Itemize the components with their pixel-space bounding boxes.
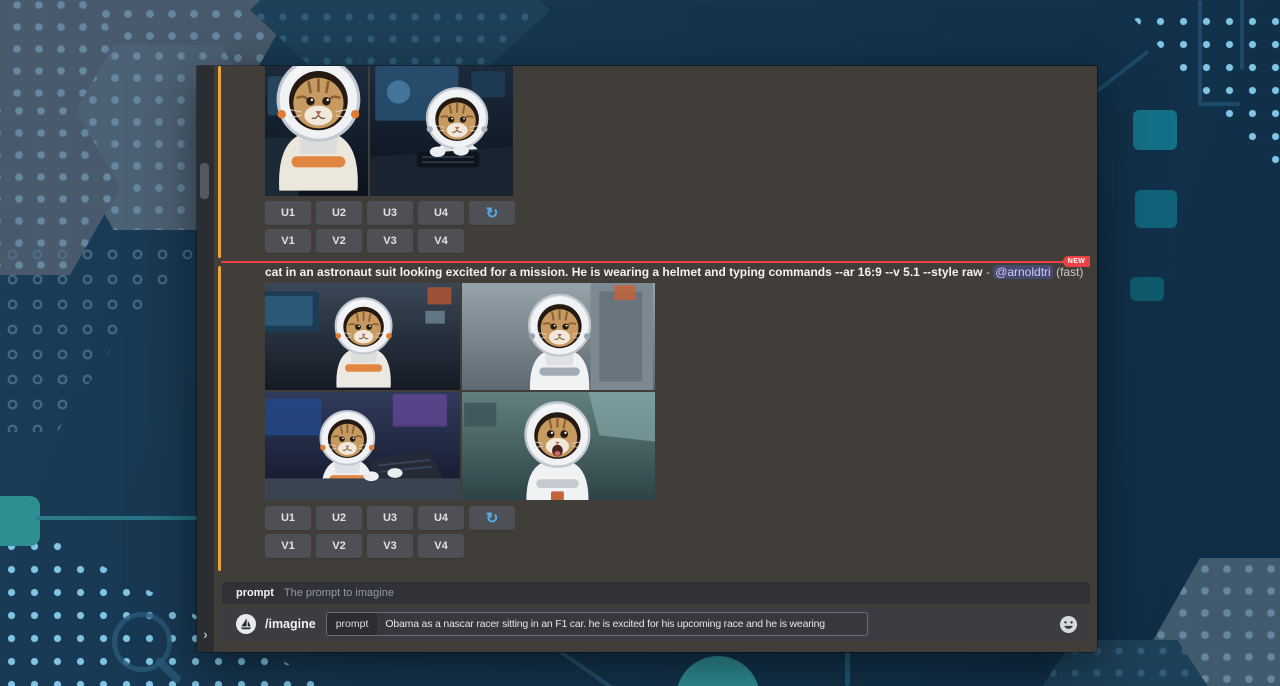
circuit-line bbox=[1240, 0, 1244, 70]
generated-image-3[interactable] bbox=[265, 392, 460, 500]
collapsed-sidebar-rail: › bbox=[197, 66, 214, 652]
prompt-param-label: prompt bbox=[327, 613, 378, 635]
reroll-icon: ↻ bbox=[486, 206, 499, 221]
generated-image-1[interactable] bbox=[265, 283, 460, 390]
v2-button[interactable]: V2 bbox=[316, 229, 362, 253]
message2-image-grid bbox=[265, 283, 655, 500]
u2-button[interactable]: U2 bbox=[316, 201, 362, 225]
u4-button[interactable]: U4 bbox=[418, 201, 464, 225]
generated-image-4[interactable] bbox=[462, 392, 655, 500]
u4-button[interactable]: U4 bbox=[418, 506, 464, 530]
chevron-right-icon[interactable]: › bbox=[197, 626, 214, 642]
v1-button[interactable]: V1 bbox=[265, 534, 311, 558]
generated-image-cockpit-cat[interactable] bbox=[370, 66, 513, 196]
u1-button[interactable]: U1 bbox=[265, 506, 311, 530]
generated-image-2[interactable] bbox=[462, 283, 655, 390]
u3-button[interactable]: U3 bbox=[367, 506, 413, 530]
message1-image-pair bbox=[265, 66, 513, 196]
teal-square bbox=[1135, 190, 1177, 228]
dot-pattern-topright bbox=[1126, 10, 1280, 182]
speed-mode-label: (fast) bbox=[1053, 265, 1084, 279]
slash-option-popup[interactable]: prompt The prompt to imagine bbox=[222, 582, 1090, 604]
sailboat-icon bbox=[239, 617, 253, 631]
user-mention[interactable]: @arnoldtri bbox=[993, 265, 1053, 279]
v3-button[interactable]: V3 bbox=[367, 229, 413, 253]
teal-blob bbox=[676, 656, 760, 686]
discord-window: › U1 U2 U3 U4 ↻ V1 V2 bbox=[197, 66, 1097, 652]
scrollbar-thumb[interactable] bbox=[200, 163, 209, 199]
reroll-button[interactable]: ↻ bbox=[469, 506, 515, 530]
circuit-line bbox=[1198, 102, 1240, 106]
message2-upscale-row: U1 U2 U3 U4 ↻ bbox=[265, 506, 515, 530]
prompt-text: cat in an astronaut suit looking excited… bbox=[265, 265, 983, 279]
message1-variation-row: V1 V2 V3 V4 bbox=[265, 229, 464, 253]
option-description: The prompt to imagine bbox=[284, 587, 394, 599]
midjourney-bot-avatar bbox=[236, 614, 256, 634]
teal-square bbox=[1133, 110, 1177, 150]
mention-highlight-bar bbox=[218, 66, 221, 258]
circuit-line bbox=[845, 652, 850, 686]
teal-node bbox=[0, 496, 40, 546]
option-name: prompt bbox=[236, 587, 274, 599]
v2-button[interactable]: V2 bbox=[316, 534, 362, 558]
unread-divider-line bbox=[221, 261, 1065, 263]
teal-square bbox=[1130, 277, 1164, 301]
prompt-input[interactable]: prompt Obama as a nascar racer sitting i… bbox=[326, 612, 868, 636]
reroll-button[interactable]: ↻ bbox=[469, 201, 515, 225]
v4-button[interactable]: V4 bbox=[418, 229, 464, 253]
ring-dot-pattern bbox=[0, 242, 205, 432]
message2-variation-row: V1 V2 V3 V4 bbox=[265, 534, 464, 558]
u3-button[interactable]: U3 bbox=[367, 201, 413, 225]
mention-highlight-bar bbox=[218, 266, 221, 571]
generated-image-closeup-cat[interactable] bbox=[265, 66, 368, 196]
imagine-command-label: /imagine bbox=[265, 617, 316, 631]
v4-button[interactable]: V4 bbox=[418, 534, 464, 558]
reroll-icon: ↻ bbox=[486, 511, 499, 526]
u1-button[interactable]: U1 bbox=[265, 201, 311, 225]
prompt-input-value[interactable]: Obama as a nascar racer sitting in an F1… bbox=[377, 618, 831, 630]
dash: - bbox=[983, 265, 994, 279]
v1-button[interactable]: V1 bbox=[265, 229, 311, 253]
v3-button[interactable]: V3 bbox=[367, 534, 413, 558]
circuit-line bbox=[1198, 0, 1202, 105]
emoji-picker-button[interactable] bbox=[1059, 615, 1078, 634]
circuit-line bbox=[557, 648, 628, 686]
message-input-bar[interactable]: /imagine prompt Obama as a nascar racer … bbox=[222, 607, 1090, 641]
message2-prompt-text: cat in an astronaut suit looking excited… bbox=[265, 265, 1083, 279]
circuit-line bbox=[1095, 50, 1149, 94]
message1-upscale-row: U1 U2 U3 U4 ↻ bbox=[265, 201, 515, 225]
u2-button[interactable]: U2 bbox=[316, 506, 362, 530]
